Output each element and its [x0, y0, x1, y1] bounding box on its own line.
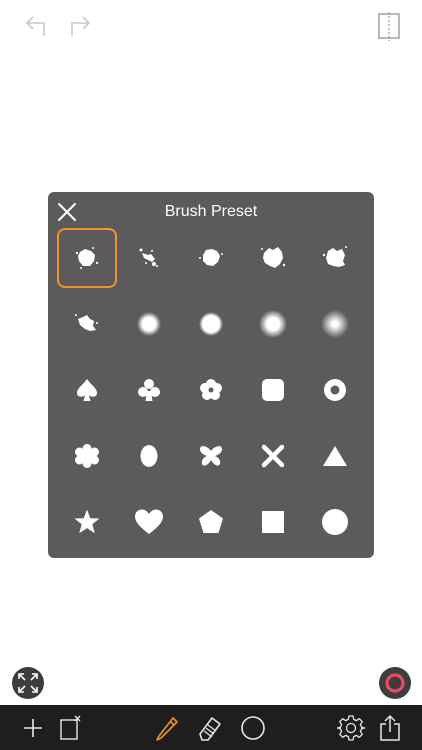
preset-cell-1[interactable]	[57, 228, 117, 288]
gear-icon	[337, 715, 365, 741]
splatter-brush-4-icon	[261, 247, 286, 268]
preset-cell-22[interactable]	[119, 492, 179, 552]
circle-icon	[322, 509, 348, 535]
pentagon-icon	[199, 510, 223, 533]
rounded-square-icon	[262, 379, 284, 401]
preset-cell-20[interactable]	[305, 426, 365, 486]
heart-icon	[135, 509, 163, 534]
soft-brush-1-icon	[137, 312, 161, 336]
pencil-icon	[156, 717, 178, 741]
panel-title: Brush Preset	[164, 203, 258, 220]
preset-cell-25[interactable]	[305, 492, 365, 552]
cross-icon	[261, 444, 285, 468]
club-icon	[138, 379, 160, 401]
preset-cell-5[interactable]	[305, 228, 365, 288]
soft-brush-2-icon	[199, 312, 223, 336]
undo-button[interactable]	[20, 10, 52, 42]
flower-icon	[200, 379, 222, 400]
share-icon	[380, 714, 400, 741]
expand-icon	[18, 673, 38, 693]
fullscreen-button[interactable]	[12, 667, 44, 699]
brush-preset-panel: Brush Preset	[48, 192, 374, 558]
triangle-icon	[323, 446, 347, 466]
color-ring-icon	[385, 673, 405, 693]
preset-cell-4[interactable]	[243, 228, 303, 288]
splatter-brush-5-icon	[322, 246, 347, 267]
brush-tool-button[interactable]	[152, 713, 182, 743]
preset-cell-13[interactable]	[181, 360, 241, 420]
preset-cell-9[interactable]	[243, 294, 303, 354]
cloud-flower-icon	[75, 444, 99, 468]
undo-icon	[25, 16, 45, 36]
preset-cell-12[interactable]	[119, 360, 179, 420]
splatter-brush-2-icon	[139, 248, 158, 267]
preset-cell-2[interactable]	[119, 228, 179, 288]
preset-cell-11[interactable]	[57, 360, 117, 420]
eraser-tool-button[interactable]	[195, 713, 225, 743]
spade-icon	[77, 379, 97, 401]
split-panel-icon	[378, 12, 400, 41]
share-button[interactable]	[375, 713, 405, 743]
preset-cell-21[interactable]	[57, 492, 117, 552]
clear-page-icon	[60, 715, 81, 740]
preset-grid	[48, 228, 374, 558]
splatter-brush-6-icon	[75, 314, 98, 331]
settings-button[interactable]	[336, 713, 366, 743]
preset-cell-15[interactable]	[305, 360, 365, 420]
add-layer-button[interactable]	[18, 713, 48, 743]
eraser-icon	[199, 717, 221, 741]
bottom-toolbar	[0, 705, 422, 750]
preset-cell-10[interactable]	[305, 294, 365, 354]
shape-tool-button[interactable]	[238, 713, 268, 743]
splatter-brush-3-icon	[199, 249, 223, 266]
preset-cell-3[interactable]	[181, 228, 241, 288]
redo-icon	[71, 16, 91, 36]
butterfly-icon	[200, 446, 222, 466]
layers-toggle-button[interactable]	[373, 10, 405, 42]
circle-outline-icon	[241, 716, 265, 740]
preset-cell-7[interactable]	[119, 294, 179, 354]
preset-cell-17[interactable]	[119, 426, 179, 486]
preset-cell-19[interactable]	[243, 426, 303, 486]
preset-cell-18[interactable]	[181, 426, 241, 486]
preset-cell-6[interactable]	[57, 294, 117, 354]
color-picker-button[interactable]	[379, 667, 411, 699]
soft-brush-4-icon	[321, 310, 349, 338]
splatter-brush-1-icon	[75, 247, 99, 269]
preset-cell-8[interactable]	[181, 294, 241, 354]
soft-brush-3-icon	[259, 310, 287, 338]
ring-icon	[324, 379, 346, 401]
preset-cell-23[interactable]	[181, 492, 241, 552]
preset-cell-16[interactable]	[57, 426, 117, 486]
star-icon	[74, 509, 100, 534]
ellipse-icon	[140, 445, 158, 467]
preset-cell-14[interactable]	[243, 360, 303, 420]
plus-icon	[24, 719, 42, 737]
redo-button[interactable]	[64, 10, 96, 42]
clear-canvas-button[interactable]	[55, 713, 85, 743]
square-icon	[262, 511, 284, 533]
preset-cell-24[interactable]	[243, 492, 303, 552]
